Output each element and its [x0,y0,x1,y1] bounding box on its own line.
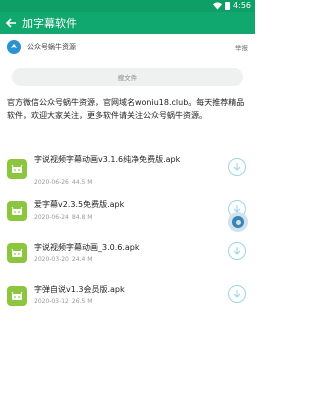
file-size: 44.5 M [71,179,93,186]
file-date: 2020-06-24 [34,214,69,221]
file-name: 字说视频字幕动画_3.0.6.apk [34,243,140,252]
floating-button-icon [232,216,244,228]
report-link[interactable]: 举报 [235,42,248,52]
file-date: 2020-03-12 [34,298,69,305]
battery-icon [225,2,231,10]
file-meta: 2020-03-12 26.5 M [34,298,92,305]
search-input[interactable]: 搜文件 [12,68,243,86]
arrow-down-icon [233,163,241,171]
file-size: 26.5 M [71,298,93,305]
back-arrow-icon[interactable] [4,16,18,30]
file-name: 爱字幕v2.3.5免费版.apk [34,200,125,209]
floating-button-core [235,219,241,225]
file-meta: 2020-06-26 44.5 M [34,179,92,186]
page-title: 加字幕软件 [22,17,77,30]
android-apk-icon [7,201,27,221]
android-apk-icon [7,286,27,306]
share-logo-icon [7,40,21,54]
android-apk-icon [7,243,27,263]
file-item[interactable]: 爱字幕v2.3.5免费版.apk 2020-06-24 84.8 M [0,195,255,237]
wifi-icon [213,2,223,10]
account-name: 公众号蜗牛资源 [27,43,76,51]
file-item[interactable]: 字弹自说v1.3会员版.apk 2020-03-12 26.5 M [0,280,255,322]
floating-action-button[interactable] [228,212,248,232]
download-button[interactable] [228,242,246,260]
search-placeholder: 搜文件 [117,74,138,82]
status-bar: 4:56 [0,0,255,12]
download-button[interactable] [228,285,246,303]
file-meta: 2020-06-24 84.8 M [34,214,92,221]
share-description: 官方微信公众号蜗牛资源，官网域名woniu18.club。每天推荐精品软件，欢迎… [7,98,245,120]
arrow-down-icon [233,290,241,298]
file-date: 2020-03-20 [34,256,69,263]
file-size: 84.8 M [71,214,93,221]
file-item[interactable]: 字说视频字幕动画_3.0.6.apk 2020-03-20 24.4 M [0,237,255,279]
file-date: 2020-06-26 [34,179,69,186]
android-apk-icon [7,159,27,179]
file-meta: 2020-03-20 24.4 M [34,256,92,263]
status-indicators: 4:56 [213,0,251,12]
arrow-down-icon [233,247,241,255]
file-name: 字说视频字幕动画v3.1.6纯净免费版.apk [34,155,181,164]
account-row[interactable]: 公众号蜗牛资源 举报 [0,37,255,57]
download-button[interactable] [228,158,246,176]
status-time: 4:56 [233,1,251,10]
file-item[interactable]: 字说视频字幕动画v3.1.6纯净免费版.apk 2020-06-26 44.5 … [0,153,255,195]
file-name: 字弹自说v1.3会员版.apk [34,285,125,294]
file-size: 24.4 M [71,256,93,263]
app-bar: 加字幕软件 [0,12,255,34]
